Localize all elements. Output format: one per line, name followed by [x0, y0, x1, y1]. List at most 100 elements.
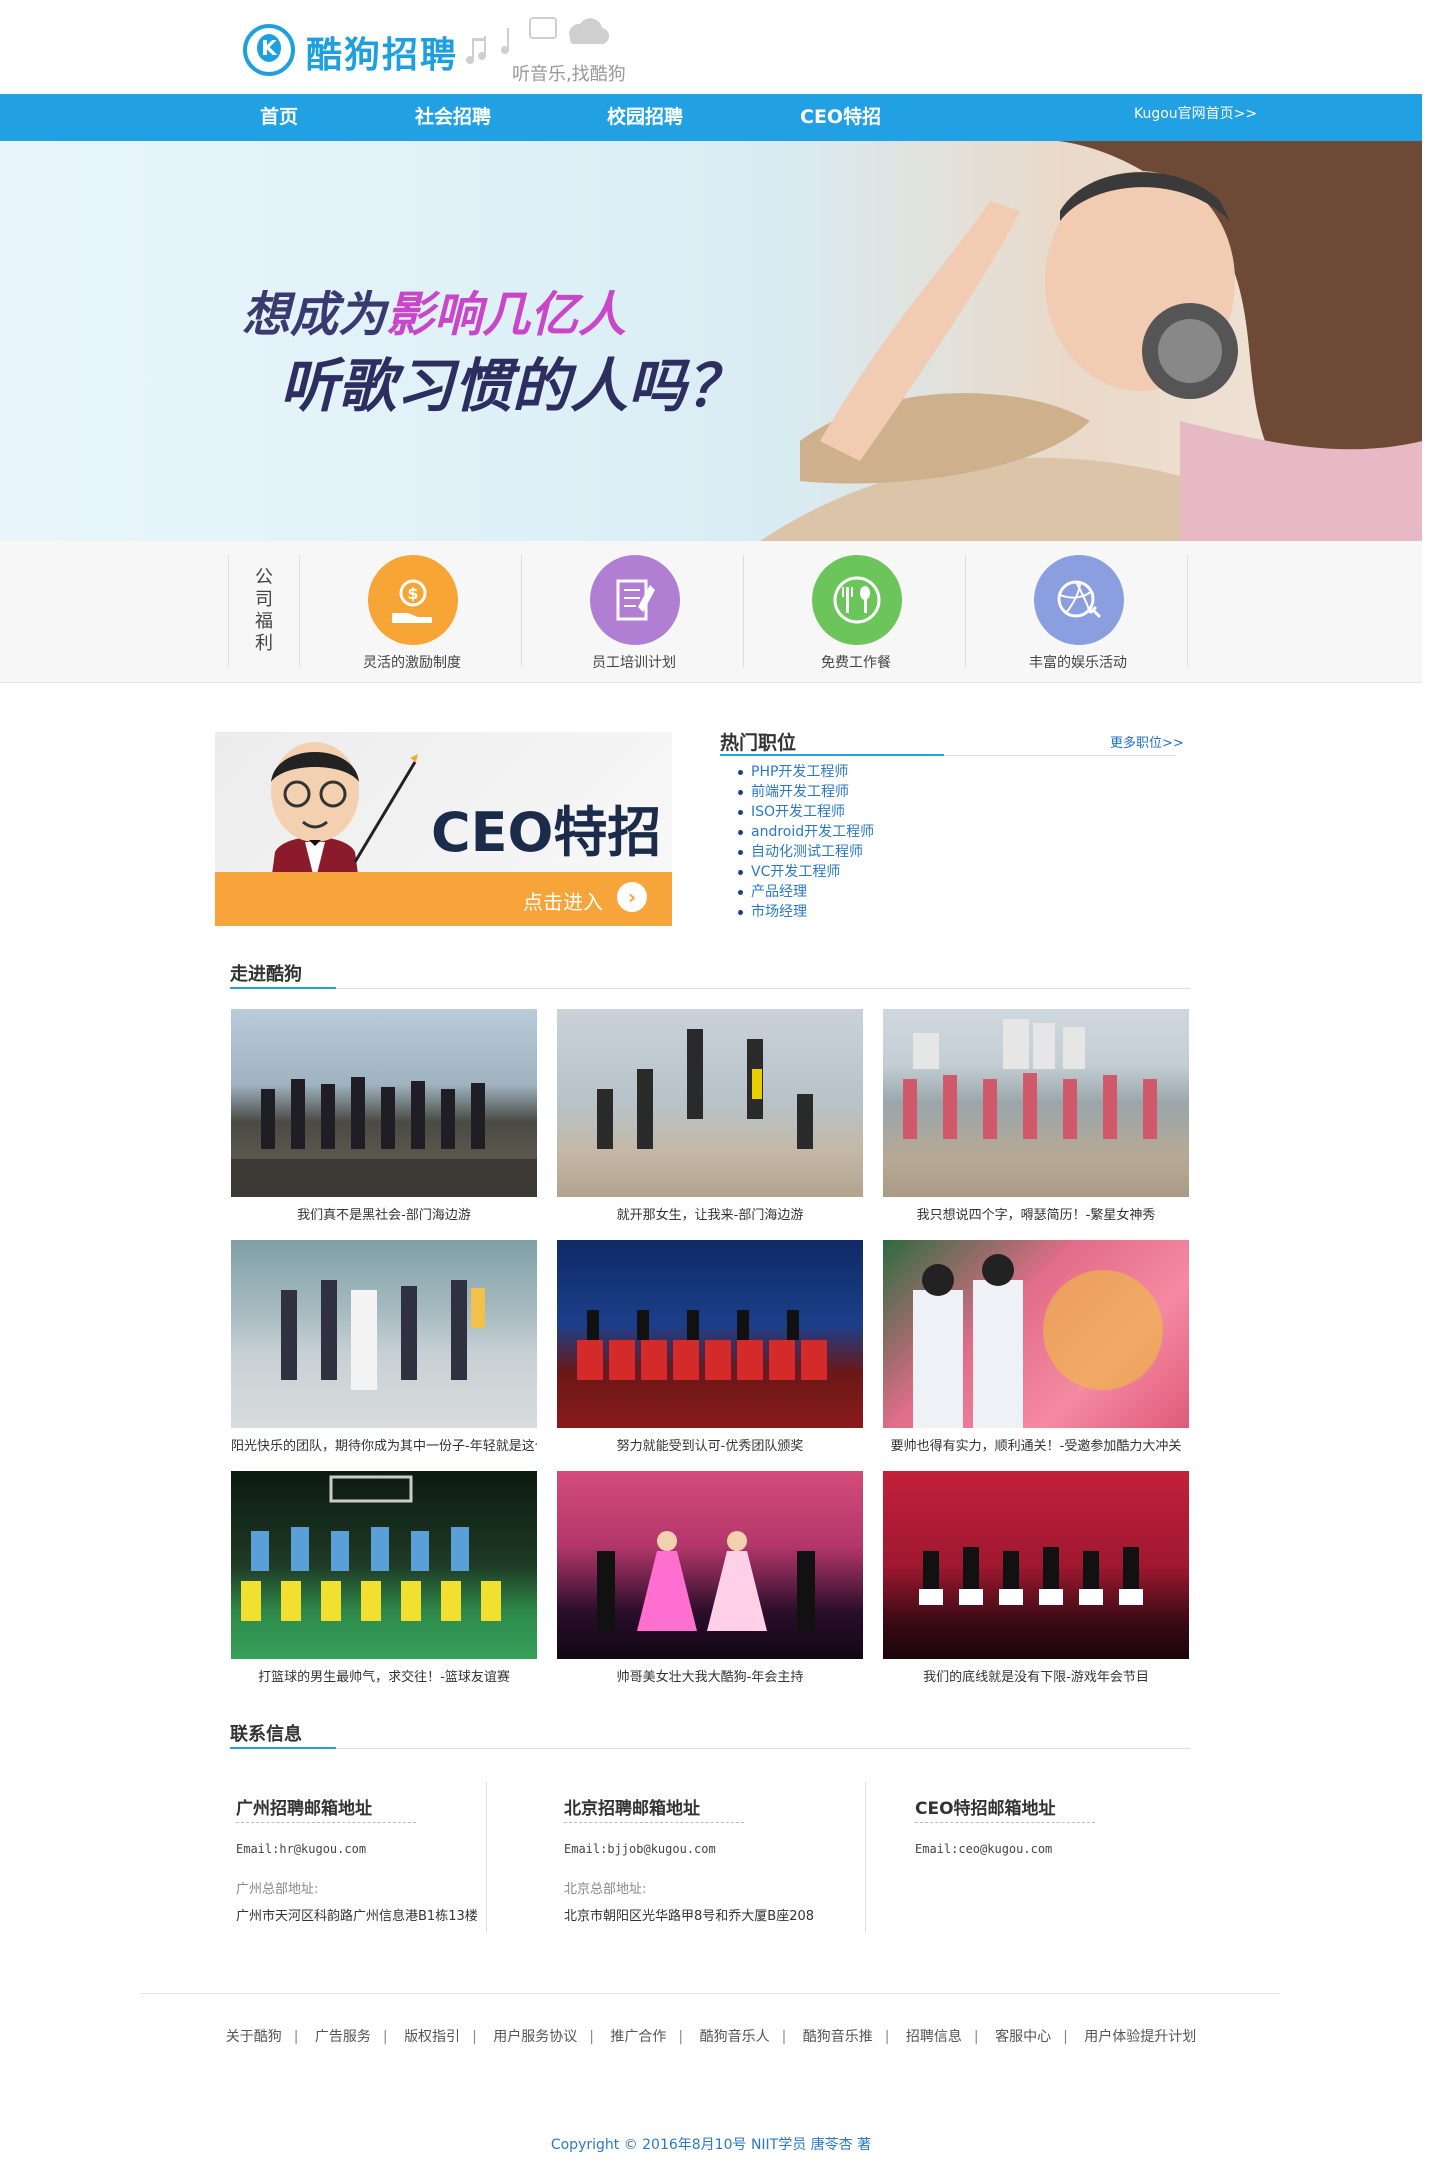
- photo-caption: 我们真不是黑社会-部门海边游: [297, 1208, 471, 1223]
- team-photo-beach-group[interactable]: [231, 1240, 537, 1428]
- job-link[interactable]: PHP开发工程师: [738, 762, 1038, 782]
- footer-separator: |: [382, 2029, 388, 2045]
- about-section-title: 走进酷狗: [230, 964, 302, 985]
- photo-caption: 我只想说四个字，嘚瑟简历！-繁星女神秀: [916, 1208, 1156, 1223]
- contact-email[interactable]: Email:hr@kugou.com: [236, 1842, 366, 1856]
- copyright: Copyright © 2016年8月10号 NIIT学员 唐苓杏 著: [0, 2134, 1422, 2154]
- team-photo-award-stage[interactable]: [557, 1240, 863, 1428]
- footer-link-agreement[interactable]: 用户服务协议: [493, 2029, 577, 2045]
- more-jobs-link[interactable]: 更多职位>>: [1110, 732, 1184, 751]
- nav-ceo-recruit[interactable]: CEO特招: [800, 94, 881, 141]
- main-nav: 首页 社会招聘 校园招聘 CEO特招 Kugou官网首页>>: [0, 94, 1422, 141]
- hot-jobs-title: 热门职位: [720, 732, 797, 754]
- photo-caption: 我们的底线就是没有下限-游戏年会节目: [923, 1670, 1149, 1685]
- nav-home[interactable]: 首页: [260, 94, 298, 141]
- footer-link-partnership[interactable]: 推广合作: [610, 2029, 666, 2045]
- dashed-divider: [915, 1822, 1095, 1823]
- job-link[interactable]: 前端开发工程师: [738, 782, 1038, 802]
- hq-address: 北京市朝阳区光华路甲8号和乔大厦B座208: [564, 1909, 815, 1924]
- footer-separator: |: [781, 2029, 787, 2045]
- photo-caption: 阳光快乐的团队，期待你成为其中一份子-年轻就是这个味: [231, 1439, 537, 1454]
- footer-separator: |: [472, 2029, 477, 2045]
- divider-highlight: [230, 987, 336, 989]
- job-link[interactable]: ISO开发工程师: [738, 802, 1038, 822]
- benefit-meals[interactable]: 免费工作餐: [746, 555, 966, 671]
- photo-caption: 帅哥美女壮大我大酷狗-年会主持: [616, 1670, 804, 1685]
- dashed-divider: [564, 1822, 744, 1823]
- document-pen-icon: [590, 555, 680, 645]
- company-benefits: 公司福利 $ 灵活的激励制度 员工培训计划 免费工作餐 丰富的娱乐活动: [0, 541, 1422, 683]
- job-link[interactable]: android开发工程师: [738, 822, 1038, 842]
- photo-caption: 努力就能受到认可-优秀团队颁奖: [616, 1439, 804, 1454]
- team-photo-beach-girls[interactable]: [883, 1009, 1189, 1197]
- banner-headline-2: 听歌习惯的人吗？: [280, 352, 745, 420]
- footer-separator: |: [589, 2029, 594, 2045]
- money-hand-icon: $: [368, 555, 458, 645]
- benefit-training[interactable]: 员工培训计划: [524, 555, 744, 671]
- contact-email[interactable]: Email:ceo@kugou.com: [915, 1842, 1052, 1856]
- team-photo-basketball[interactable]: [231, 1471, 537, 1659]
- contact-guangzhou: 广州招聘邮箱地址 Email:hr@kugou.com 广州总部地址: 广州市天…: [230, 1780, 510, 1930]
- team-photo-gala-hosts[interactable]: [557, 1471, 863, 1659]
- contact-ceo: CEO特招邮箱地址 Email:ceo@kugou.com: [909, 1780, 1189, 1930]
- team-photo-challenge[interactable]: [883, 1240, 1189, 1428]
- logo-title[interactable]: 酷狗招聘: [306, 26, 458, 78]
- footer-link-jobs[interactable]: 招聘信息: [906, 2029, 962, 2045]
- ceo-card-bar: [215, 872, 672, 926]
- job-link[interactable]: VC开发工程师: [738, 862, 1038, 882]
- copyright-suffix: 著: [852, 2137, 872, 2153]
- footer-separator: |: [678, 2029, 684, 2045]
- footer-link-support[interactable]: 客服中心: [995, 2029, 1051, 2045]
- benefit-incentive[interactable]: $ 灵活的激励制度: [302, 555, 522, 671]
- footer-divider: [140, 1993, 1280, 1994]
- kugou-home-link[interactable]: Kugou官网首页>>: [1134, 94, 1257, 141]
- footer-link-ux-plan[interactable]: 用户体验提升计划: [1084, 2029, 1196, 2045]
- divider: [230, 1748, 1190, 1749]
- footer-separator: |: [973, 2029, 979, 2045]
- photo-caption: 要帅也得有实力，顺利通关！-受邀参加酷力大冲关: [890, 1439, 1182, 1454]
- svg-text:$: $: [407, 584, 418, 603]
- footer-separator: |: [293, 2029, 299, 2045]
- banner-girl-headphones-image: [760, 141, 1422, 541]
- ceo-card-title: CEO特招: [431, 801, 662, 864]
- footer-link-copyright[interactable]: 版权指引: [404, 2029, 460, 2045]
- logo-letter: K: [257, 34, 281, 62]
- ceo-recruit-card[interactable]: CEO特招 点击进入 ›: [215, 732, 672, 926]
- team-photo-beach-rocks[interactable]: [231, 1009, 537, 1197]
- contact-section-title: 联系信息: [230, 1724, 302, 1745]
- contact-email[interactable]: Email:bjjob@kugou.com: [564, 1842, 716, 1856]
- nav-social-recruit[interactable]: 社会招聘: [415, 94, 491, 141]
- benefit-entertainment[interactable]: 丰富的娱乐活动: [968, 555, 1188, 671]
- benefits-label: 公司福利: [255, 567, 273, 654]
- nav-campus-recruit[interactable]: 校园招聘: [607, 94, 683, 141]
- hero-banner[interactable]: 想成为影响几亿人 听歌习惯的人吗？: [0, 141, 1422, 541]
- logo-slogan: 听音乐,找酷狗: [512, 64, 626, 85]
- divider-highlight: [230, 1747, 336, 1749]
- arrow-right-icon[interactable]: ›: [617, 882, 647, 912]
- kugou-logo-icon[interactable]: K: [243, 24, 295, 76]
- contact-title: 北京招聘邮箱地址: [564, 1799, 700, 1819]
- job-link[interactable]: 产品经理: [738, 882, 1038, 902]
- footer-link-ads[interactable]: 广告服务: [315, 2029, 371, 2045]
- team-photo-gala-dance[interactable]: [883, 1471, 1189, 1659]
- team-photo-beach-jump[interactable]: [557, 1009, 863, 1197]
- banner-headline-1: 想成为影响几亿人: [242, 275, 626, 345]
- ceo-enter-button[interactable]: 点击进入: [523, 886, 603, 915]
- banner-prefix: 想成为: [242, 287, 387, 343]
- benefit-label: 灵活的激励制度: [363, 655, 461, 671]
- footer-link-music-promo[interactable]: 酷狗音乐推: [803, 2029, 873, 2045]
- benefit-label: 免费工作餐: [821, 655, 891, 671]
- divider: [865, 1782, 866, 1932]
- job-link[interactable]: 市场经理: [738, 902, 1038, 922]
- footer-link-about[interactable]: 关于酷狗: [226, 2029, 282, 2045]
- copyright-prefix: Copyright © 2016年8月10号 NIIT学员: [550, 2137, 811, 2153]
- divider-highlight: [720, 754, 944, 756]
- hq-address: 广州市天河区科韵路广州信息港B1栋13楼: [236, 1909, 478, 1924]
- author-link[interactable]: 唐苓杏: [811, 2137, 853, 2153]
- dashed-divider: [236, 1822, 416, 1823]
- footer-links: 关于酷狗 | 广告服务 | 版权指引 | 用户服务协议 | 推广合作 | 酷狗音乐人 | 酷…: [0, 2026, 1422, 2046]
- photo-caption: 打篮球的男生最帅气，求交往！-篮球友谊赛: [258, 1670, 510, 1685]
- job-link[interactable]: 自动化测试工程师: [738, 842, 1038, 862]
- footer-link-musician[interactable]: 酷狗音乐人: [700, 2029, 770, 2045]
- contact-title: 广州招聘邮箱地址: [236, 1799, 372, 1819]
